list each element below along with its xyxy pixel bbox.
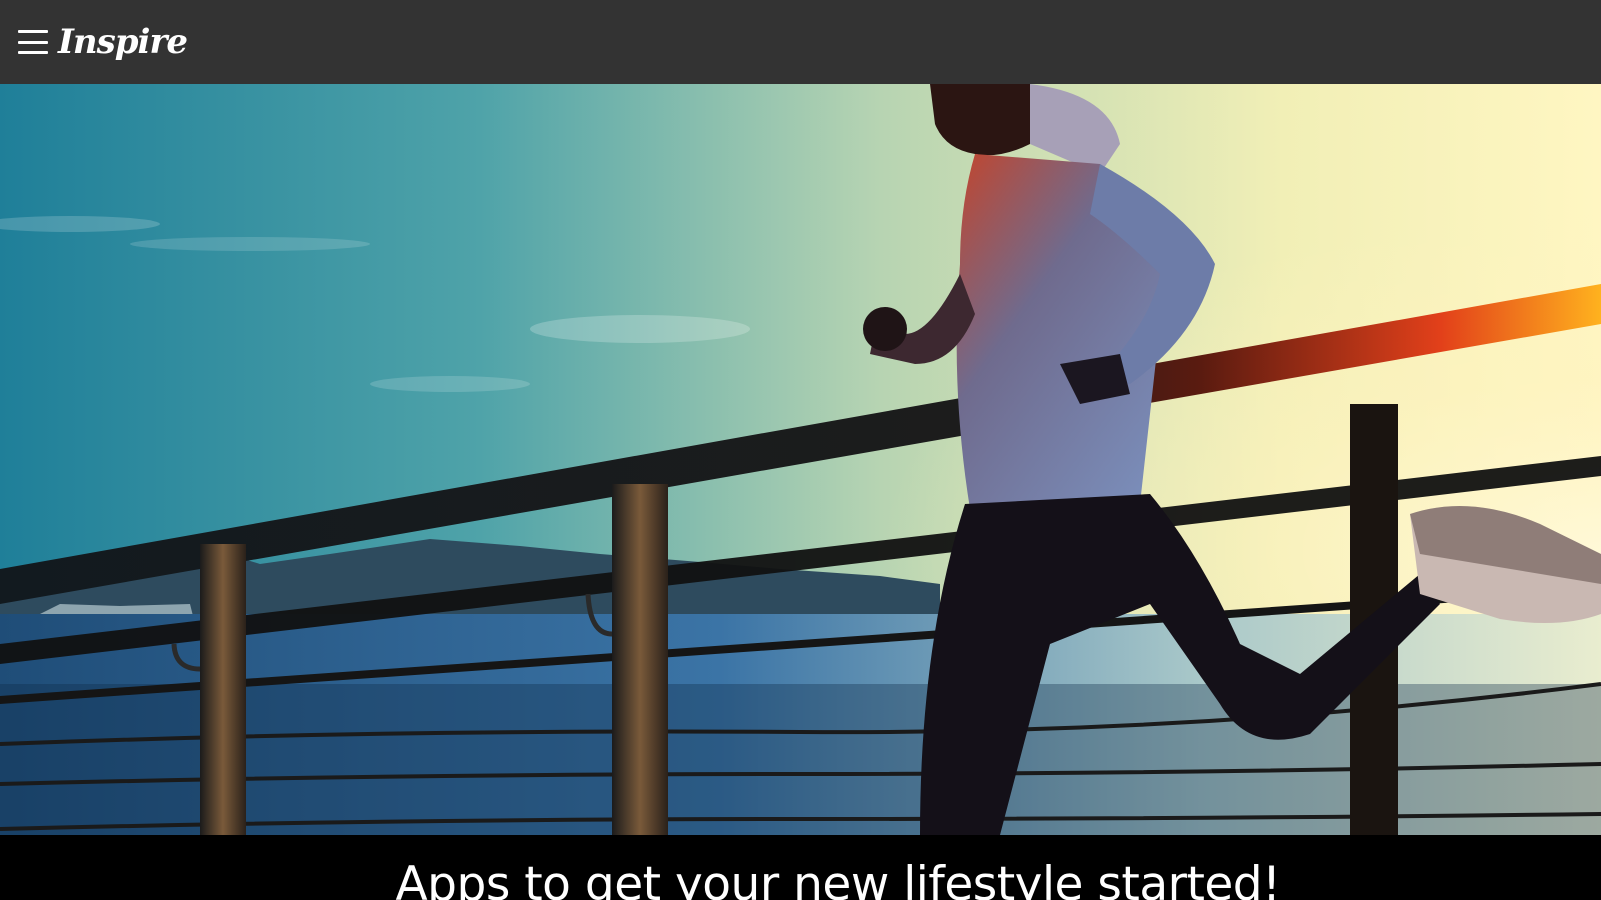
tagline-band: Apps to get your new lifestyle started!	[0, 835, 1601, 900]
menu-bar-line	[18, 51, 48, 54]
hero-tagline: Apps to get your new lifestyle started!	[395, 857, 1281, 900]
page: Inspire Apps to get your new lifestyle s…	[0, 0, 1601, 900]
runner-photo-illustration	[0, 84, 1601, 835]
hamburger-menu-icon[interactable]	[18, 28, 48, 56]
menu-bar-line	[18, 30, 48, 33]
brand-logo[interactable]: Inspire	[58, 22, 188, 62]
top-navigation-bar: Inspire	[0, 0, 1601, 84]
hero-image	[0, 84, 1601, 835]
menu-bar-line	[18, 40, 48, 44]
